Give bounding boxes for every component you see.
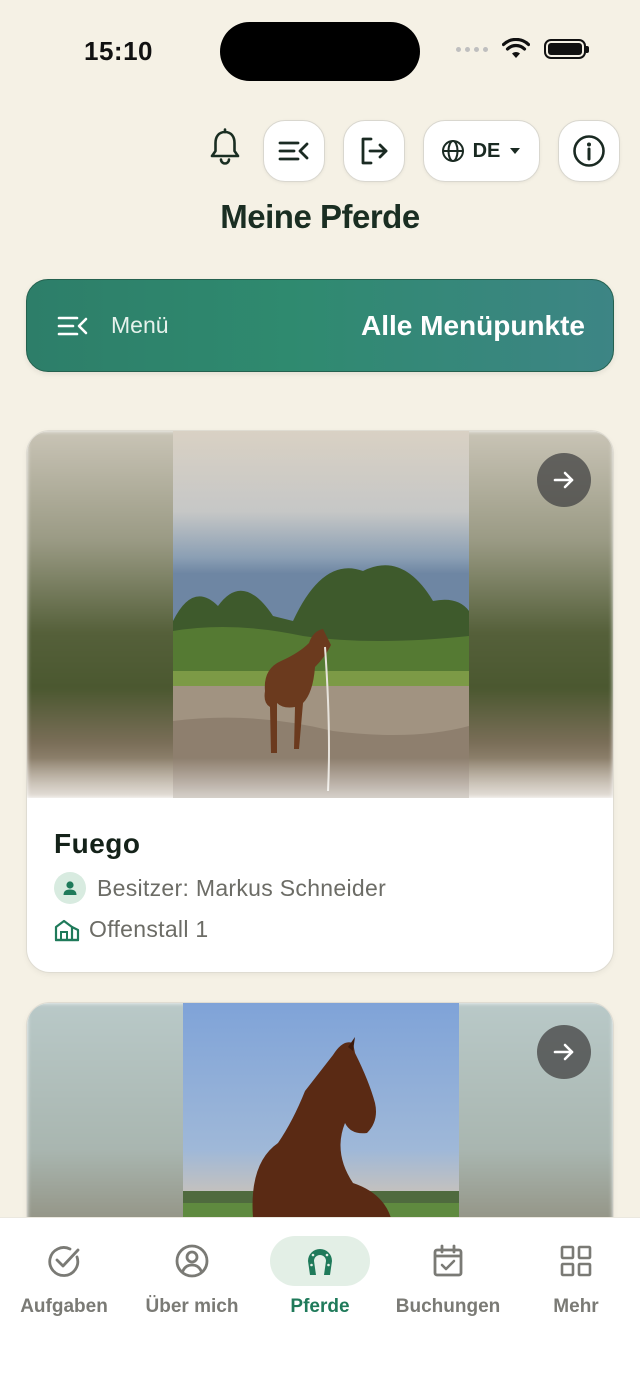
logout-icon xyxy=(361,137,388,165)
bottom-nav: Aufgaben Über mich Pferde Buchungen Mehr xyxy=(0,1217,640,1392)
globe-icon xyxy=(441,140,464,162)
horseshoe-icon xyxy=(308,1249,332,1275)
person-icon xyxy=(54,872,86,904)
nav-item-pferde[interactable]: Pferde xyxy=(256,1236,384,1318)
dynamic-island xyxy=(220,22,420,81)
arrow-right-icon xyxy=(553,471,574,489)
menu-collapse-icon xyxy=(278,141,309,161)
status-icons xyxy=(456,38,589,60)
nav-label: Mehr xyxy=(553,1296,599,1317)
horse-stable: Offenstall 1 xyxy=(89,916,209,942)
building-icon xyxy=(54,919,80,941)
status-time: 15:10 xyxy=(84,36,153,66)
app-screen: 15:10 DE Meine Pferde Menü Alle Menüpunk… xyxy=(0,0,640,1392)
arrow-right-icon xyxy=(553,1043,574,1061)
signal-icon xyxy=(456,46,488,52)
caret-down-icon xyxy=(510,148,521,154)
horse-card[interactable]: Fuego Besitzer: Markus Schneider Offenst… xyxy=(26,430,614,973)
all-menu-items-link[interactable]: Alle Menüpunkte xyxy=(361,310,585,342)
nav-item-mehr[interactable]: Mehr xyxy=(512,1236,640,1318)
nav-label: Buchungen xyxy=(395,1296,501,1317)
photo-fade xyxy=(27,758,613,798)
menu-banner[interactable]: Menü Alle Menüpunkte xyxy=(26,279,614,372)
menu-toggle-button[interactable] xyxy=(263,120,325,182)
owner-row: Besitzer: Markus Schneider xyxy=(54,872,587,904)
user-circle-icon xyxy=(175,1244,209,1278)
logout-button[interactable] xyxy=(343,120,405,182)
calendar-check-icon xyxy=(433,1244,463,1277)
menu-collapse-icon xyxy=(57,316,88,335)
nav-item-buchungen[interactable]: Buchungen xyxy=(384,1236,512,1318)
menu-label: Menü xyxy=(111,312,169,338)
horse-name: Fuego xyxy=(54,828,141,859)
check-circle-icon xyxy=(48,1246,80,1277)
horse-card-body: Fuego Besitzer: Markus Schneider Offenst… xyxy=(27,798,613,943)
horse-photo-image xyxy=(173,431,469,798)
nav-label: Über mich xyxy=(145,1296,239,1317)
horse-owner: Besitzer: Markus Schneider xyxy=(97,874,387,901)
stable-row: Offenstall 1 xyxy=(54,916,587,943)
page-title: Meine Pferde xyxy=(220,198,420,235)
nav-item-aufgaben[interactable]: Aufgaben xyxy=(0,1236,128,1318)
language-selector[interactable]: DE xyxy=(423,120,540,182)
info-button[interactable] xyxy=(558,120,620,182)
bell-icon[interactable] xyxy=(208,128,242,166)
grid-icon xyxy=(560,1245,592,1277)
wifi-icon xyxy=(502,38,530,58)
open-horse-button[interactable] xyxy=(537,453,591,507)
nav-label: Aufgaben xyxy=(20,1296,108,1317)
language-code: DE xyxy=(472,139,501,162)
open-horse-button[interactable] xyxy=(537,1025,591,1079)
nav-label: Pferde xyxy=(290,1296,350,1317)
horse-photo xyxy=(27,431,613,798)
battery-icon xyxy=(544,39,589,59)
info-icon xyxy=(573,135,605,167)
nav-item-ueber-mich[interactable]: Über mich xyxy=(128,1236,256,1318)
